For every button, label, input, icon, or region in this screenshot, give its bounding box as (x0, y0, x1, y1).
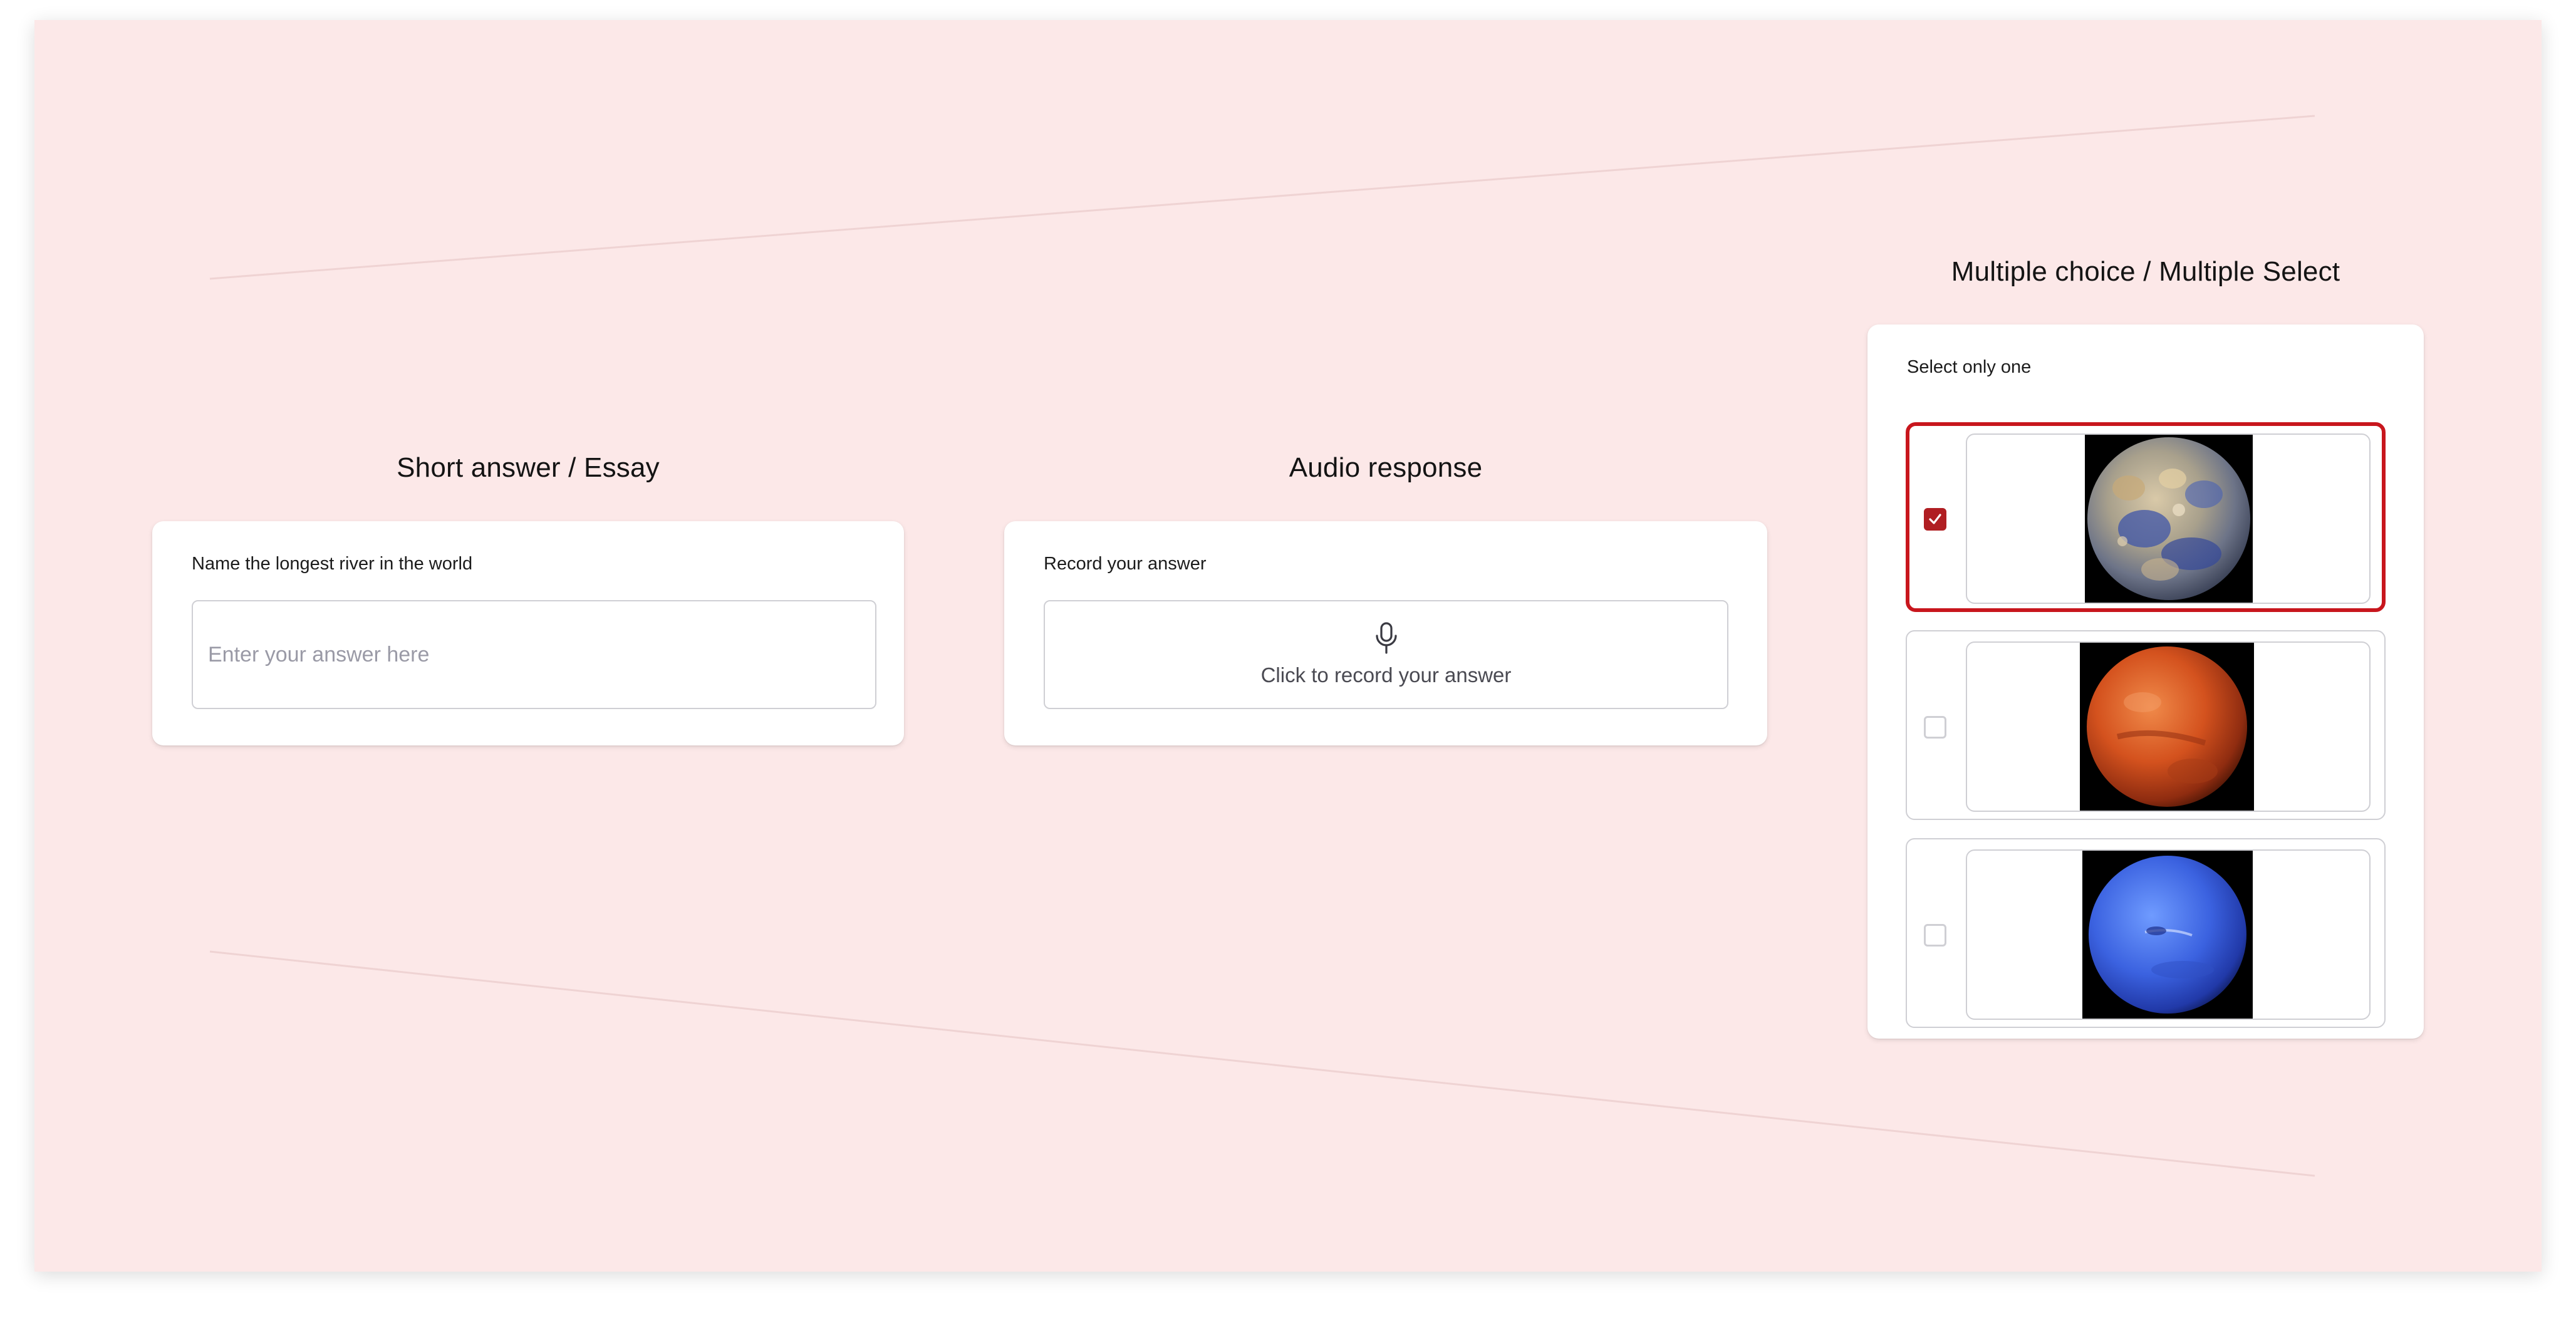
choice-option-2[interactable] (1906, 630, 2386, 820)
mars-planet-icon (2087, 646, 2247, 807)
choice-image-frame-1 (1966, 433, 2371, 604)
neptune-planet-icon (2089, 856, 2246, 1014)
choice-option-1[interactable] (1906, 422, 2386, 612)
short-answer-input[interactable] (192, 600, 876, 709)
short-answer-card: Name the longest river in the world (152, 521, 904, 745)
multiple-choice-card: Select only one (1867, 324, 2424, 1039)
audio-response-question: Record your answer (1044, 554, 1207, 574)
mercury-image (2085, 435, 2253, 603)
multiple-choice-title: Multiple choice / Multiple Select (1951, 256, 2340, 287)
mercury-planet-icon (2087, 437, 2250, 600)
neptune-image (2082, 851, 2253, 1019)
microphone-icon (1375, 622, 1397, 654)
short-answer-question: Name the longest river in the world (192, 554, 473, 574)
checkmark-icon (1929, 514, 1941, 524)
choice-checkbox-1[interactable] (1924, 508, 1946, 531)
choice-image-frame-2 (1966, 641, 2371, 812)
audio-response-title: Audio response (1289, 452, 1483, 483)
choice-option-3[interactable] (1906, 838, 2386, 1028)
canvas: Short answer / Essay Name the longest ri… (34, 20, 2542, 1272)
short-answer-title: Short answer / Essay (397, 452, 660, 483)
choice-checkbox-2[interactable] (1924, 716, 1946, 739)
mars-image (2080, 643, 2254, 811)
multiple-choice-instruction: Select only one (1907, 357, 2032, 377)
choice-checkbox-3[interactable] (1924, 924, 1946, 947)
record-answer-button[interactable]: Click to record your answer (1044, 600, 1728, 709)
audio-response-card: Record your answer Click to record your … (1004, 521, 1767, 745)
record-answer-label: Click to record your answer (1260, 663, 1512, 687)
choice-image-frame-3 (1966, 849, 2371, 1020)
